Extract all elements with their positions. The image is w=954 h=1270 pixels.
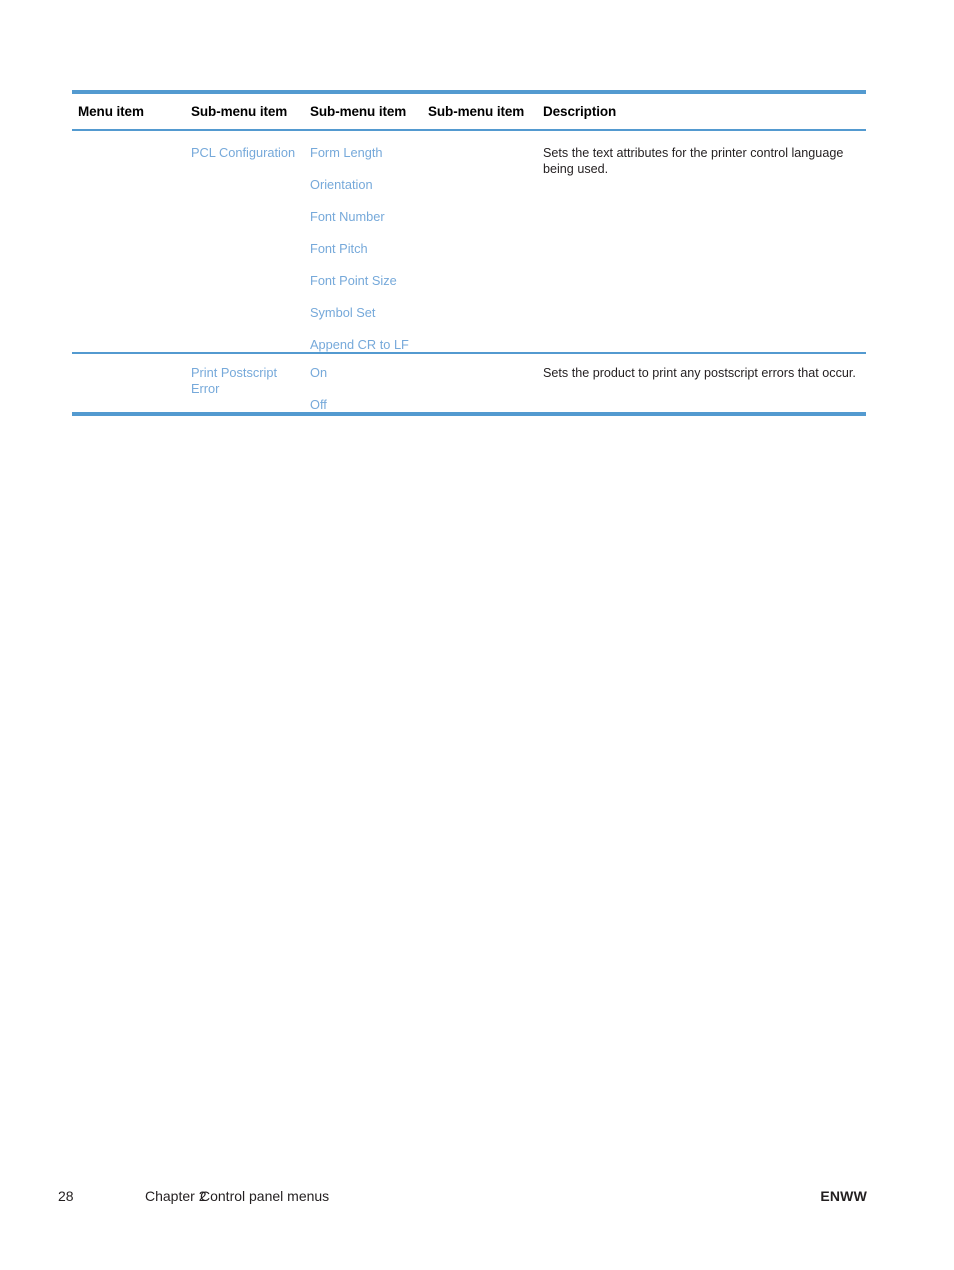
column-header-description: Description <box>543 104 617 119</box>
footer-page-number: 28 <box>58 1188 74 1204</box>
document-page: Menu item Sub-menu item Sub-menu item Su… <box>0 0 954 1270</box>
column-header-sub-menu-item-1: Sub-menu item <box>191 104 288 119</box>
cell-sub-menu-item-1[interactable]: Print Postscript Error <box>191 365 303 397</box>
cell-description: Sets the product to print any postscript… <box>543 366 856 380</box>
cell-sub-menu-item-1[interactable]: PCL Configuration <box>191 145 303 161</box>
table-row: Print Postscript Error On Off Sets the p… <box>72 354 866 412</box>
cell-sub-menu-item-2[interactable]: Orientation <box>310 177 422 193</box>
footer-locale-code: ENWW <box>820 1188 867 1204</box>
cell-sub-menu-item-2[interactable]: Font Pitch <box>310 241 422 257</box>
cell-description: Sets the text attributes for the printer… <box>543 146 844 176</box>
cell-sub-menu-item-2[interactable]: Off <box>310 397 422 413</box>
column-header-sub-menu-item-2: Sub-menu item <box>310 104 407 119</box>
table-row: PCL Configuration Form Length Orientatio… <box>72 131 866 352</box>
table-header-row: Menu item Sub-menu item Sub-menu item Su… <box>72 94 866 129</box>
cell-sub-menu-item-2[interactable]: Font Number <box>310 209 422 225</box>
page-footer: 28 Chapter 2 Control panel menus ENWW <box>0 1188 954 1212</box>
control-panel-menu-table: Menu item Sub-menu item Sub-menu item Su… <box>72 90 866 416</box>
column-header-menu-item: Menu item <box>78 104 144 119</box>
cell-sub-menu-item-2[interactable]: On <box>310 365 422 381</box>
cell-sub-menu-item-2[interactable]: Font Point Size <box>310 273 422 289</box>
footer-chapter: Chapter 2 <box>145 1188 207 1204</box>
footer-chapter-title: Control panel menus <box>200 1188 330 1204</box>
cell-sub-menu-item-2[interactable]: Append CR to LF <box>310 337 422 353</box>
cell-sub-menu-item-2[interactable]: Symbol Set <box>310 305 422 321</box>
column-header-sub-menu-item-3: Sub-menu item <box>428 104 525 119</box>
cell-sub-menu-item-2[interactable]: Form Length <box>310 145 422 161</box>
table-bottom-rule <box>72 412 866 416</box>
